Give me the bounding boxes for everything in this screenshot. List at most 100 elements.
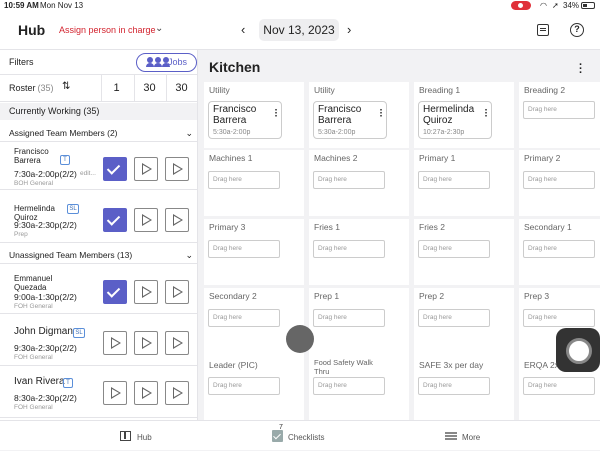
unassigned-members-header[interactable]: Unassigned Team Members (13) ⌄ xyxy=(0,247,197,264)
play-button[interactable] xyxy=(134,208,158,232)
assigned-member-card[interactable]: Francisco Barrera 5:30a-2:00p · · · xyxy=(208,101,282,139)
hub-icon xyxy=(120,431,131,441)
assign-person-button[interactable]: Assign person in charge xyxy=(59,25,156,35)
member-time: 9:30a-2:30p(2/2) xyxy=(14,220,77,230)
play-button[interactable] xyxy=(103,331,127,355)
drag-drop-slot[interactable]: Drag here xyxy=(523,171,595,189)
station-card: Prep 1 Drag here xyxy=(309,288,409,354)
drag-drop-slot[interactable]: Drag here xyxy=(418,171,490,189)
drag-drop-slot[interactable]: Drag here xyxy=(208,240,280,258)
assistive-touch-button[interactable] xyxy=(556,328,600,372)
notes-icon[interactable] xyxy=(537,24,549,36)
drag-drop-slot[interactable]: Drag here xyxy=(313,240,385,258)
play-button[interactable] xyxy=(134,331,158,355)
assigned-member-name: Francisco Barrera xyxy=(213,104,257,126)
date-selector[interactable]: Nov 13, 2023 xyxy=(259,19,339,41)
play-button[interactable] xyxy=(103,381,127,405)
roster-row: Roster (35) ⇅ 1 30 30 xyxy=(0,74,197,102)
assigned-member-time: 5:30a-2:00p xyxy=(318,129,356,136)
battery-percent: 34% xyxy=(563,1,580,10)
bottom-tab-bar: Hub 7 Checklists More xyxy=(0,420,600,450)
drag-drop-slot[interactable]: Drag here xyxy=(208,171,280,189)
station-card: Utility Francisco Barrera 5:30a-2:00p · ·… xyxy=(204,82,304,148)
station-label: Machines 2 xyxy=(314,153,358,163)
station-label: Breading 1 xyxy=(419,85,461,95)
station-card: Primary 1 Drag here xyxy=(414,150,514,216)
drag-drop-slot[interactable]: Drag here xyxy=(313,171,385,189)
drag-drop-slot[interactable]: Drag here xyxy=(523,309,595,327)
area-title: Kitchen xyxy=(209,59,261,75)
drag-drop-slot[interactable]: Drag here xyxy=(523,240,595,258)
station-label: Prep 3 xyxy=(524,291,550,301)
more-options-icon[interactable]: · · · xyxy=(275,106,278,122)
clock-in-check-button[interactable] xyxy=(103,157,127,181)
station-label: Primary 3 xyxy=(209,222,246,232)
station-card: Breading 1 Hermelinda Quiroz 10:27a-2:30… xyxy=(414,82,514,148)
more-options-icon[interactable]: · · · xyxy=(380,106,383,122)
tab-more[interactable]: More xyxy=(445,421,495,451)
station-label: Breading 2 xyxy=(524,85,566,95)
station-card: Secondary 1 Drag here xyxy=(519,219,600,285)
play-button[interactable] xyxy=(165,157,189,181)
play-button[interactable] xyxy=(165,208,189,232)
drag-drop-slot[interactable]: Drag here xyxy=(208,309,280,327)
assigned-members-header[interactable]: Assigned Team Members (2) ⌄ xyxy=(0,125,197,142)
drag-drop-slot[interactable]: Drag here xyxy=(208,377,280,395)
tab-hub[interactable]: Hub xyxy=(120,421,180,451)
station-label: Primary 1 xyxy=(419,153,456,163)
member-name: Francisco Barrera xyxy=(14,147,49,165)
tab-checklists[interactable]: 7 Checklists xyxy=(270,421,340,451)
chevron-down-icon[interactable]: ⌄ xyxy=(185,247,193,264)
station-label: Fries 2 xyxy=(419,222,445,232)
station-label: Food Safety Walk Thru xyxy=(314,358,373,376)
screen-record-icon xyxy=(511,1,531,10)
drag-drop-slot[interactable]: Drag here xyxy=(313,309,385,327)
more-options-icon[interactable]: · · · xyxy=(579,60,583,79)
people-icon xyxy=(146,57,170,67)
tab-more-label: More xyxy=(462,433,481,442)
play-button[interactable] xyxy=(134,280,158,304)
member-role: FOH General xyxy=(14,404,53,411)
menu-icon xyxy=(445,432,457,434)
clock-in-check-button[interactable] xyxy=(103,280,127,304)
drag-drop-slot[interactable]: Drag here xyxy=(523,101,595,119)
play-button[interactable] xyxy=(134,157,158,181)
edit-link[interactable]: edit... xyxy=(80,170,96,177)
chevron-down-icon[interactable]: ⌄ xyxy=(155,23,163,34)
play-button[interactable] xyxy=(165,280,189,304)
play-button[interactable] xyxy=(165,331,189,355)
station-card: Fries 1 Drag here xyxy=(309,219,409,285)
previous-date-button[interactable]: ‹ xyxy=(241,22,245,37)
station-label: Secondary 2 xyxy=(209,291,257,301)
assigned-member-card[interactable]: Hermelinda Quiroz 10:27a-2:30p · · · xyxy=(418,101,492,139)
assigned-member-card[interactable]: Francisco Barrera 5:30a-2:00p · · · xyxy=(313,101,387,139)
member-role: Prep xyxy=(14,231,28,238)
page-title: Hub xyxy=(18,22,46,38)
touch-indicator xyxy=(286,325,314,353)
chevron-down-icon[interactable]: ⌄ xyxy=(185,125,193,142)
play-button[interactable] xyxy=(134,381,158,405)
next-date-button[interactable]: › xyxy=(347,22,351,37)
member-time: 9:30a-2:30p(2/2) xyxy=(14,343,77,353)
station-card: SAFE 3x per day Drag here xyxy=(414,354,514,420)
help-icon[interactable]: ? xyxy=(570,23,584,37)
more-options-icon[interactable]: · · · xyxy=(485,106,488,122)
sort-icon[interactable]: ⇅ xyxy=(62,81,70,92)
location-icon: ➚ xyxy=(552,1,559,10)
drag-drop-slot[interactable]: Drag here xyxy=(418,377,490,395)
battery-icon xyxy=(581,2,595,9)
station-card: Primary 3 Drag here xyxy=(204,219,304,285)
play-button[interactable] xyxy=(165,381,189,405)
filters-label[interactable]: Filters xyxy=(9,57,34,67)
drag-drop-slot[interactable]: Drag here xyxy=(313,377,385,395)
assigned-member-time: 5:30a-2:00p xyxy=(213,129,251,136)
drag-drop-slot[interactable]: Drag here xyxy=(523,377,595,395)
jobs-button[interactable]: Jobs xyxy=(136,53,197,72)
drag-drop-slot[interactable]: Drag here xyxy=(418,309,490,327)
station-card: Leader (PIC) Drag here xyxy=(204,354,304,420)
station-label: Utility xyxy=(314,85,335,95)
wifi-icon: ◠ xyxy=(540,1,547,10)
clock-in-check-button[interactable] xyxy=(103,208,127,232)
member-name: John Digman xyxy=(14,326,73,337)
drag-drop-slot[interactable]: Drag here xyxy=(418,240,490,258)
